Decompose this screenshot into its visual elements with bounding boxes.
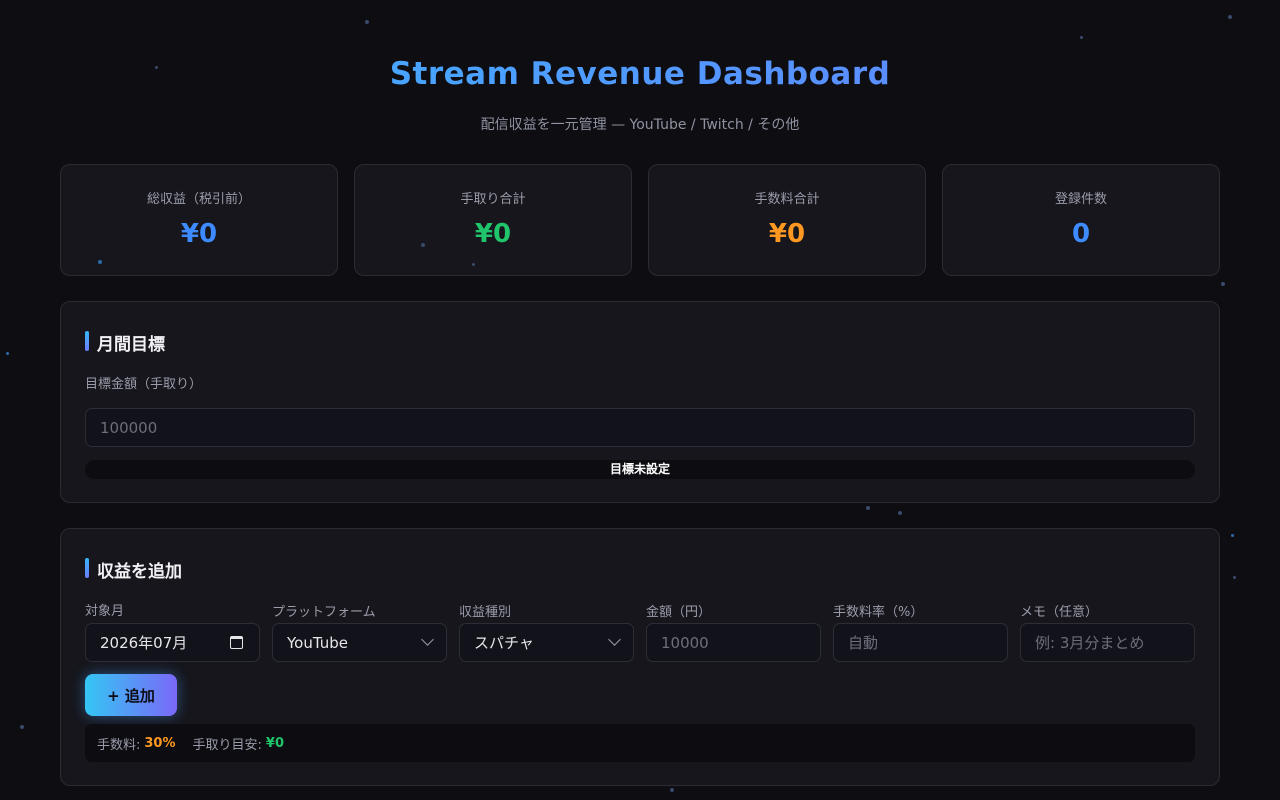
stat-card-net: 手取り合計 ¥0 — [354, 164, 632, 276]
net-info-label: 手取り目安: — [192, 737, 262, 753]
revenue-type-select[interactable]: スパチャ — [459, 623, 634, 662]
add-button[interactable]: + 追加 — [85, 674, 177, 716]
panel-title: 収益を追加 — [85, 557, 182, 582]
month-label: 対象月 — [85, 604, 125, 619]
amount-input[interactable]: 10000 — [646, 623, 821, 662]
panel-title: 月間目標 — [85, 330, 165, 355]
star-dot — [866, 506, 870, 510]
goal-progress-bar: 目標未設定 — [85, 460, 1195, 479]
star-dot — [1080, 36, 1083, 39]
type-label: 収益種別 — [459, 605, 512, 620]
star-dot — [365, 20, 369, 24]
stat-card-total: 総収益（税引前） ¥0 — [60, 164, 338, 276]
fee-rate-input[interactable]: 自動 — [833, 623, 1008, 662]
month-value: 2026年07月 — [100, 634, 188, 652]
star-dot — [670, 788, 674, 792]
page-subtitle: 配信収益を一元管理 — YouTube / Twitch / その他 — [480, 117, 800, 133]
add-revenue-panel: 収益を追加 対象月 2026年07月 プラットフォーム YouTube 収益種別… — [60, 528, 1220, 786]
star-dot — [1228, 15, 1232, 19]
stat-value: ¥0 — [180, 219, 218, 249]
stat-value: 0 — [1071, 219, 1091, 249]
star-dot — [472, 263, 475, 266]
monthly-goal-panel: 月間目標 目標金額（手取り） 100000 目標未設定 — [60, 301, 1220, 503]
fee-info-bar: 手数料: 30% 手取り目安: ¥0 — [85, 724, 1195, 762]
amount-label: 金額（円） — [646, 605, 712, 620]
star-dot — [1221, 282, 1225, 286]
stat-value: ¥0 — [474, 219, 512, 249]
star-dot — [6, 352, 9, 355]
month-input[interactable]: 2026年07月 — [85, 623, 260, 662]
platform-select[interactable]: YouTube — [272, 623, 447, 662]
page-title: Stream Revenue Dashboard — [0, 56, 1280, 92]
star-dot — [20, 725, 24, 729]
chevron-down-icon — [608, 633, 621, 646]
revenue-type-value: スパチャ — [474, 634, 534, 652]
memo-label: メモ（任意） — [1020, 605, 1099, 620]
star-dot — [1233, 576, 1236, 579]
stat-label: 総収益（税引前） — [146, 192, 251, 207]
calendar-icon[interactable] — [230, 636, 243, 649]
goal-amount-label: 目標金額（手取り） — [85, 377, 203, 392]
net-info-value: ¥0 — [265, 735, 284, 751]
fee-info-label: 手数料: — [97, 737, 141, 753]
goal-amount-input[interactable]: 100000 — [85, 408, 1195, 447]
stat-label: 手取り合計 — [460, 192, 526, 207]
fee-info-value: 30% — [144, 735, 176, 751]
memo-input[interactable]: 例: 3月分まとめ — [1020, 623, 1195, 662]
platform-label: プラットフォーム — [272, 605, 376, 620]
star-dot — [1231, 534, 1234, 537]
stat-value: ¥0 — [768, 219, 806, 249]
stat-card-count: 登録件数 0 — [942, 164, 1220, 276]
dashboard-page: Stream Revenue Dashboard 配信収益を一元管理 — You… — [0, 0, 1280, 800]
fee-rate-label: 手数料率（%） — [833, 605, 924, 620]
stat-label: 手数料合計 — [754, 192, 820, 207]
star-dot — [421, 243, 425, 247]
star-dot — [898, 511, 902, 515]
chevron-down-icon — [421, 633, 434, 646]
platform-value: YouTube — [287, 633, 348, 652]
stat-label: 登録件数 — [1054, 192, 1107, 207]
stat-card-fees: 手数料合計 ¥0 — [648, 164, 926, 276]
star-dot — [98, 260, 102, 264]
